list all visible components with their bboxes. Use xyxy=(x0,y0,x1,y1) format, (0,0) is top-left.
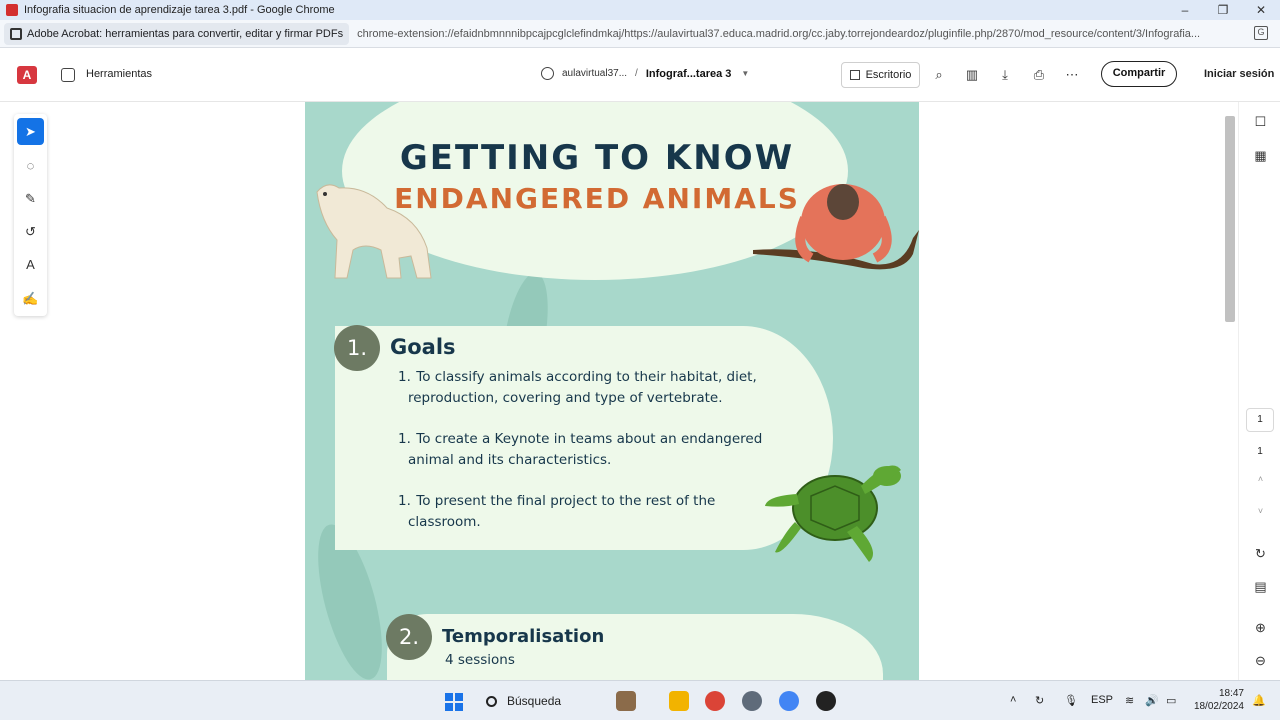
search-label: Búsqueda xyxy=(507,694,562,708)
chevron-down-icon[interactable]: ▼ xyxy=(741,69,749,78)
goal-text-line1: To present the final project to the rest… xyxy=(416,493,716,509)
widgets-icon[interactable] xyxy=(616,691,636,711)
maximize-button[interactable]: ❐ xyxy=(1204,0,1242,20)
select-tool-icon[interactable]: ➤ xyxy=(17,118,44,145)
comments-icon[interactable]: ☐ xyxy=(1253,114,1268,129)
next-page-icon[interactable]: ˅ xyxy=(1253,504,1268,519)
goal-item: 1. To present the final project to the r… xyxy=(398,491,798,533)
chrome-icon[interactable] xyxy=(705,691,725,711)
screen: Infografia situacion de aprendizaje tare… xyxy=(0,0,1280,720)
goal-number: 1. xyxy=(398,431,411,447)
app-icon[interactable] xyxy=(816,691,836,711)
comment-tool-icon[interactable]: ◌ xyxy=(17,152,44,179)
thumbnails-grid-icon[interactable]: ▦ xyxy=(1253,148,1268,163)
sessions-count: 4 sessions xyxy=(445,652,515,668)
pdf-file-icon xyxy=(6,4,18,16)
breadcrumb-site: aulavirtual37... xyxy=(562,68,628,79)
current-page-input[interactable]: 1 xyxy=(1246,408,1274,432)
goal-text-line2: classroom. xyxy=(408,514,481,530)
volume-icon[interactable]: 🔊 xyxy=(1145,694,1159,707)
search-icon[interactable]: ⌕ xyxy=(932,68,946,82)
tools-palette: ➤ ◌ ✎ ↺ A ✍ xyxy=(14,114,47,316)
tools-button[interactable]: Herramientas xyxy=(86,68,152,80)
more-options-icon[interactable]: ⋯ xyxy=(1065,68,1079,82)
close-button[interactable]: ✕ xyxy=(1242,0,1280,20)
section-number: 1. xyxy=(334,325,380,371)
extension-chip[interactable]: Adobe Acrobat: herramientas para convert… xyxy=(4,22,350,45)
globe-icon xyxy=(541,67,554,80)
window-titlebar: Infografia situacion de aprendizaje tare… xyxy=(0,0,1280,20)
pen-tool-icon[interactable]: ✎ xyxy=(17,185,44,212)
microphone-icon[interactable]: 🎙 xyxy=(1064,694,1078,707)
section-title-goals: Goals xyxy=(390,335,456,359)
goal-item: 1. To classify animals according to thei… xyxy=(398,367,798,409)
document-title[interactable]: Infograf...tarea 3 xyxy=(646,68,732,80)
windows-start-icon[interactable] xyxy=(445,693,463,711)
sign-tool-icon[interactable]: ✍ xyxy=(17,285,44,312)
translate-icon[interactable]: G xyxy=(1254,26,1268,40)
right-rail: ☐ ▦ 1 1 ˄ ˅ ↻ ▤ ⊕ ⊖ xyxy=(1238,102,1280,680)
goal-number: 1. xyxy=(398,493,411,509)
sync-icon[interactable]: ↻ xyxy=(1035,694,1044,707)
acrobat-logo-icon[interactable]: A xyxy=(17,66,37,84)
file-explorer-icon[interactable] xyxy=(669,691,689,711)
acrobat-toolbar: A Herramientas aulavirtual37... / Infogr… xyxy=(0,48,1280,102)
goal-text-line1: To classify animals according to their h… xyxy=(416,369,757,385)
goal-text-line2: animal and its characteristics. xyxy=(408,452,612,468)
battery-icon[interactable]: ▭ xyxy=(1166,694,1176,707)
polar-bear-illustration xyxy=(316,184,432,279)
breadcrumb-separator: / xyxy=(635,68,638,79)
url-field[interactable]: chrome-extension://efaidnbmnnnibpcajpcgl… xyxy=(357,28,1269,40)
taskbar: Búsqueda ˄ ↻ 🎙 ESP ≋ 🔊 ▭ 18:47 18/02/202… xyxy=(0,680,1280,720)
print-icon[interactable]: ⎙ xyxy=(1032,68,1046,82)
rotate-icon[interactable]: ↻ xyxy=(1253,546,1268,561)
sea-turtle-illustration xyxy=(765,465,901,562)
previous-page-icon[interactable]: ˄ xyxy=(1253,472,1268,487)
wifi-icon[interactable]: ≋ xyxy=(1125,694,1134,707)
window-title: Infografia situacion de aprendizaje tare… xyxy=(24,4,335,16)
open-desktop-button[interactable]: Escritorio xyxy=(841,62,920,88)
lasso-tool-icon[interactable]: ↺ xyxy=(17,218,44,245)
search-icon xyxy=(486,695,497,707)
download-icon[interactable]: ⤓ xyxy=(998,68,1012,82)
address-bar: Adobe Acrobat: herramientas para convert… xyxy=(0,20,1280,48)
zoom-out-icon[interactable]: ⊖ xyxy=(1253,653,1268,668)
section-title-temporalisation: Temporalisation xyxy=(442,626,605,647)
text-select-tool-icon[interactable]: A xyxy=(17,251,44,278)
clock-date: 18/02/2024 xyxy=(1193,701,1244,712)
taskbar-search[interactable]: Búsqueda xyxy=(476,689,604,713)
page-fit-icon[interactable]: ▤ xyxy=(1253,579,1268,594)
section-number: 2. xyxy=(386,614,432,660)
zoom-in-icon[interactable]: ⊕ xyxy=(1253,620,1268,635)
notification-bell-icon[interactable]: 🔔 xyxy=(1252,694,1266,707)
temporalisation-card xyxy=(387,614,883,680)
page-thumbnails-icon[interactable]: ▥ xyxy=(965,68,979,82)
settings-icon[interactable] xyxy=(742,691,762,711)
goal-text-line1: To create a Keynote in teams about an en… xyxy=(416,431,763,447)
sign-in-link[interactable]: Iniciar sesión xyxy=(1204,68,1274,80)
goal-text-line2: reproduction, covering and type of verte… xyxy=(408,390,723,406)
clock-time: 18:47 xyxy=(1218,688,1244,699)
extension-icon xyxy=(10,27,22,40)
breadcrumb: aulavirtual37... / Infograf...tarea 3 ▼ xyxy=(541,67,749,80)
orangutan-illustration xyxy=(753,184,919,270)
document-viewport[interactable]: GETTING TO KNOW ENDANGERED ANIMALS 1. Go… xyxy=(0,102,1238,680)
pdf-page: GETTING TO KNOW ENDANGERED ANIMALS 1. Go… xyxy=(305,102,919,680)
infographic-title: GETTING TO KNOW xyxy=(399,138,795,178)
share-button[interactable]: Compartir xyxy=(1101,61,1177,87)
external-link-icon xyxy=(849,70,860,80)
total-pages: 1 xyxy=(1257,446,1263,457)
tray-overflow-icon[interactable]: ˄ xyxy=(1010,694,1016,706)
vertical-scrollbar[interactable] xyxy=(1225,116,1235,322)
chrome-profile-icon[interactable] xyxy=(779,691,799,711)
language-indicator[interactable]: ESP xyxy=(1091,694,1113,706)
goal-number: 1. xyxy=(398,369,411,385)
tools-grid-icon[interactable] xyxy=(61,68,75,82)
window-controls: – ❐ ✕ xyxy=(1166,0,1280,20)
open-desktop-label: Escritorio xyxy=(865,69,912,81)
goal-item: 1. To create a Keynote in teams about an… xyxy=(398,429,798,471)
clock[interactable]: 18:47 18/02/2024 xyxy=(1188,687,1244,713)
extension-label: Adobe Acrobat: herramientas para convert… xyxy=(27,27,344,40)
minimize-button[interactable]: – xyxy=(1166,0,1204,20)
